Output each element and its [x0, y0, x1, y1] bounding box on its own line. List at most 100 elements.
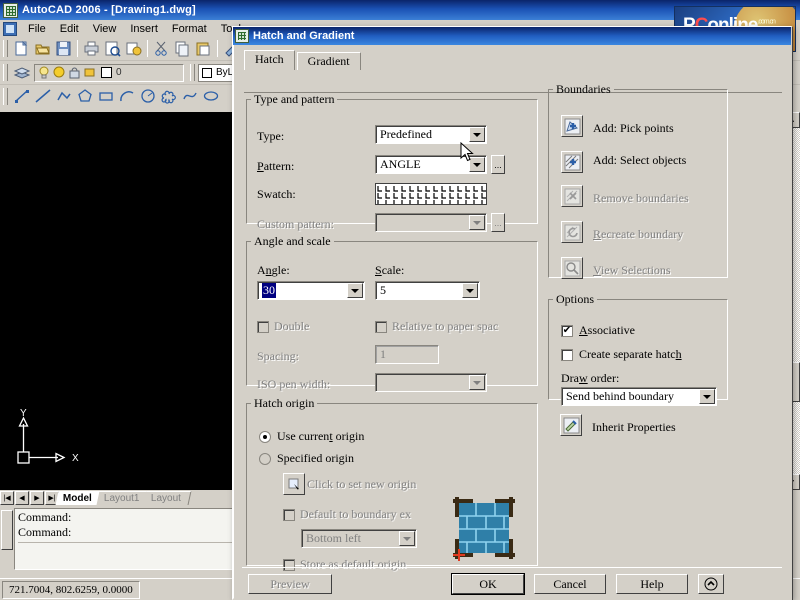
associative-row[interactable]: ✔ Associative — [561, 323, 635, 338]
add-select-objects-label: Add: Select objects — [593, 153, 687, 167]
draw-order-combo[interactable]: Send behind boundary — [561, 387, 717, 406]
layout-tab-layout2[interactable]: Layout — [143, 491, 193, 505]
construction-line-icon[interactable] — [32, 86, 53, 106]
specified-origin-radio[interactable] — [259, 452, 271, 465]
specified-origin-row[interactable]: Specified origin — [259, 451, 354, 466]
type-combo-arrow[interactable] — [469, 127, 485, 142]
paste-icon[interactable] — [193, 39, 214, 59]
custom-pattern-combo — [375, 213, 487, 232]
type-value: Predefined — [380, 127, 432, 141]
associative-checkbox[interactable]: ✔ — [561, 324, 573, 337]
tab-hatch[interactable]: Hatch — [244, 50, 295, 70]
copy-icon[interactable] — [172, 39, 193, 59]
ellipse-icon[interactable] — [200, 86, 221, 106]
scale-combo[interactable]: 5 — [375, 281, 480, 300]
relative-to-paper-space-label: Relative to paper spac — [392, 319, 499, 333]
angle-label: Angle: — [257, 263, 290, 277]
svg-text:X: X — [72, 453, 79, 464]
toolbar-separator — [77, 40, 78, 57]
arc-icon[interactable] — [116, 86, 137, 106]
group-hatch-origin-legend: Hatch origin — [254, 396, 315, 410]
iso-pen-width-combo — [375, 373, 487, 392]
hatch-and-gradient-dialog: Hatch and Gradient Hatch Gradient Type a… — [232, 26, 792, 600]
command-scroll-thumb[interactable] — [1, 510, 13, 550]
group-options-legend: Options — [556, 292, 595, 306]
dialog-titlebar[interactable]: Hatch and Gradient — [233, 27, 791, 45]
menu-item-edit[interactable]: Edit — [53, 22, 86, 36]
help-button[interactable]: Help — [616, 574, 688, 594]
command-scrollbar[interactable] — [0, 508, 14, 570]
menu-item-insert[interactable]: Insert — [123, 22, 165, 36]
ok-button[interactable]: OK — [452, 574, 524, 594]
polygon-icon[interactable] — [74, 86, 95, 106]
menu-item-format[interactable]: Format — [165, 22, 214, 36]
view-selections-label: View Selections — [593, 263, 671, 277]
new-icon[interactable] — [11, 39, 32, 59]
angle-combo-arrow[interactable] — [347, 283, 363, 298]
remove-boundaries-icon — [564, 188, 580, 204]
save-icon[interactable] — [53, 39, 74, 59]
custom-pattern-label: Custom pattern: — [257, 217, 334, 231]
add-pick-points-button[interactable] — [561, 115, 583, 137]
dialog-body: Type and pattern Type: Predefined PPatte… — [242, 74, 782, 571]
custom-pattern-arrow — [469, 215, 485, 230]
tab-hatch-label: Hatch — [255, 52, 284, 66]
next-tab-icon[interactable]: ▶ — [30, 491, 44, 505]
document-control-icon[interactable] — [3, 21, 17, 36]
pattern-label: PPattern:attern: — [257, 159, 295, 173]
polyline-icon[interactable] — [53, 86, 74, 106]
use-current-origin-row[interactable]: Use current origin — [259, 429, 364, 444]
create-separate-hatches-row[interactable]: Create separate hatch — [561, 347, 682, 362]
toolbar-separator-3 — [217, 40, 218, 57]
open-icon[interactable] — [32, 39, 53, 59]
menu-item-view[interactable]: View — [86, 22, 124, 36]
layout-tab-model[interactable]: Model — [55, 491, 103, 505]
add-select-objects-button[interactable] — [561, 151, 583, 173]
group-type-and-pattern: Type and pattern Type: Predefined PPatte… — [246, 92, 538, 232]
use-current-origin-radio[interactable] — [259, 430, 271, 443]
toolbar-grip[interactable] — [3, 40, 8, 57]
pattern-swatch[interactable] — [375, 183, 487, 205]
tab-gradient[interactable]: Gradient — [296, 52, 361, 70]
scale-combo-arrow[interactable] — [462, 283, 478, 298]
layout-tab-layout1[interactable]: Layout1 — [96, 491, 150, 505]
plot-icon[interactable] — [81, 39, 102, 59]
lock-icon — [69, 67, 80, 79]
recreate-boundary-label: Recreate boundary — [593, 227, 684, 241]
plot-preview-icon[interactable] — [102, 39, 123, 59]
revision-cloud-icon[interactable] — [158, 86, 179, 106]
inherit-properties-label: Inherit Properties — [592, 420, 676, 434]
layer-control-combo[interactable]: 0 — [34, 63, 184, 82]
scale-label: Scale: — [375, 263, 405, 277]
cut-icon[interactable] — [151, 39, 172, 59]
cancel-button[interactable]: Cancel — [534, 574, 606, 594]
layer-properties-icon[interactable] — [11, 63, 32, 83]
dialog-tabstrip: Hatch Gradient — [244, 50, 790, 70]
props-toolbar-grip[interactable] — [190, 64, 195, 81]
draw-toolbar-grip[interactable] — [3, 87, 8, 105]
rectangle-icon[interactable] — [95, 86, 116, 106]
layer-toolbar-grip[interactable] — [3, 64, 8, 81]
publish-icon[interactable] — [123, 39, 144, 59]
logo-suffix: .com.cn — [757, 18, 775, 26]
group-type-and-pattern-legend: Type and pattern — [254, 92, 335, 106]
hatch-dialog-icon — [235, 29, 249, 43]
create-separate-hatches-checkbox[interactable] — [561, 348, 573, 361]
angle-combo[interactable]: 30 — [257, 281, 365, 300]
inherit-properties-button[interactable] — [560, 414, 582, 436]
pattern-browse-button[interactable]: ... — [491, 155, 505, 174]
line-icon[interactable] — [11, 86, 32, 106]
click-to-set-origin-label: Click to set new origin — [307, 477, 417, 491]
menu-item-file[interactable]: File — [21, 22, 53, 36]
default-to-boundary-label: Default to boundary ex — [300, 507, 411, 521]
draw-order-arrow[interactable] — [699, 389, 715, 404]
add-pick-points-label: Add: Pick points — [593, 121, 674, 135]
first-tab-icon[interactable]: |◀ — [0, 491, 14, 505]
expand-dialog-button[interactable] — [698, 574, 724, 594]
spline-icon[interactable] — [179, 86, 200, 106]
type-label: Type: — [257, 129, 285, 143]
prev-tab-icon[interactable]: ◀ — [15, 491, 29, 505]
coordinate-display[interactable]: 721.7004, 802.6259, 0.0000 — [2, 580, 140, 599]
group-options: Options ✔ Associative Create separate ha… — [548, 292, 728, 406]
circle-icon[interactable] — [137, 86, 158, 106]
